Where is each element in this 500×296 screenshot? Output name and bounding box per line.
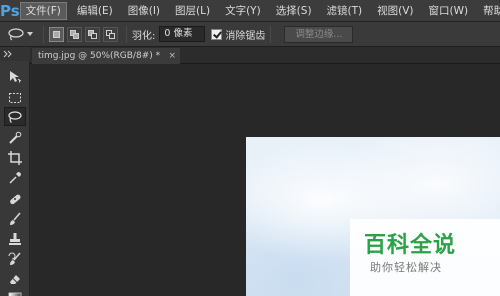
- menu-bar: Ps 文件(F) 编辑(E) 图像(I) 图层(L) 文字(Y) 选择(S) 滤…: [0, 0, 500, 22]
- menu-help[interactable]: 帮助(H): [478, 2, 500, 20]
- double-chevron-icon: [3, 50, 12, 58]
- antialias-label: 消除锯齿: [225, 30, 266, 42]
- history-brush-icon: [8, 252, 21, 265]
- toolbar-collapse-bar[interactable]: [0, 47, 30, 61]
- menu-type[interactable]: 文字(Y): [220, 2, 266, 20]
- spot-healing-icon: [10, 194, 21, 204]
- clone-stamp-icon: [9, 232, 21, 245]
- quick-selection-icon: [9, 131, 22, 144]
- quick-selection-tool[interactable]: [4, 128, 26, 147]
- eyedropper-icon: [9, 171, 21, 184]
- feather-input[interactable]: 0 像素: [159, 26, 206, 42]
- chevron-down-icon: [27, 32, 33, 36]
- watermark-title: 百科全说: [364, 233, 457, 258]
- menu-edit[interactable]: 编辑(E): [72, 2, 118, 20]
- canvas-workspace[interactable]: 百科全说 助你轻松解决: [31, 64, 500, 296]
- move-tool[interactable]: [4, 67, 26, 86]
- lasso-icon: [8, 28, 24, 41]
- crop-tool[interactable]: [4, 148, 26, 167]
- tool-preset-picker[interactable]: [2, 24, 38, 44]
- document-tab[interactable]: timg.jpg @ 50%(RGB/8#) * ×: [32, 48, 180, 64]
- menu-layer[interactable]: 图层(L): [170, 2, 215, 20]
- divider: [43, 25, 44, 43]
- crop-icon: [8, 150, 22, 165]
- menu-select[interactable]: 选择(S): [271, 2, 317, 20]
- marquee-tool[interactable]: [4, 88, 26, 107]
- tools-panel: [0, 61, 30, 296]
- history-brush-tool[interactable]: [4, 249, 26, 268]
- eraser-icon: [10, 274, 20, 284]
- lasso-tool[interactable]: [4, 107, 26, 126]
- eyedropper-tool[interactable]: [4, 168, 26, 187]
- spot-healing-tool[interactable]: [4, 189, 26, 208]
- gradient-icon: [8, 292, 22, 296]
- lasso-icon: [8, 110, 22, 123]
- new-selection-button[interactable]: [49, 26, 64, 42]
- clone-stamp-tool[interactable]: [4, 229, 26, 248]
- antialias-checkbox[interactable]: [211, 28, 223, 40]
- divider: [270, 25, 272, 43]
- menu-file[interactable]: 文件(F): [19, 1, 67, 20]
- document-image[interactable]: 百科全说 助你轻松解决: [246, 137, 500, 296]
- menu-filter[interactable]: 滤镜(T): [322, 2, 368, 20]
- intersect-selection-button[interactable]: [103, 26, 118, 42]
- close-icon[interactable]: ×: [168, 48, 176, 64]
- eraser-tool[interactable]: [4, 269, 26, 288]
- menu-view[interactable]: 视图(V): [372, 2, 418, 20]
- brush-tool[interactable]: [4, 209, 26, 228]
- watermark-subtitle: 助你轻松解决: [370, 261, 442, 274]
- gradient-tool[interactable]: [4, 287, 26, 296]
- brush-icon: [10, 212, 21, 225]
- refine-edge-button[interactable]: 调整边缘...: [284, 25, 354, 43]
- feather-label: 羽化:: [132, 30, 156, 42]
- menu-window[interactable]: 窗口(W): [424, 2, 474, 20]
- document-tab-bar: timg.jpg @ 50%(RGB/8#) * ×: [30, 47, 500, 64]
- divider: [126, 25, 127, 43]
- menu-image[interactable]: 图像(I): [123, 2, 165, 20]
- add-to-selection-button[interactable]: [67, 26, 82, 42]
- photoshop-logo: Ps: [0, 1, 20, 20]
- move-icon: [10, 70, 22, 82]
- options-bar: 羽化: 0 像素 消除锯齿 调整边缘...: [0, 22, 500, 47]
- document-tab-title: timg.jpg @ 50%(RGB/8#) *: [38, 51, 161, 61]
- marquee-icon: [9, 92, 21, 103]
- subtract-from-selection-button[interactable]: [85, 26, 100, 42]
- watermark: 百科全说 助你轻松解决: [350, 219, 500, 296]
